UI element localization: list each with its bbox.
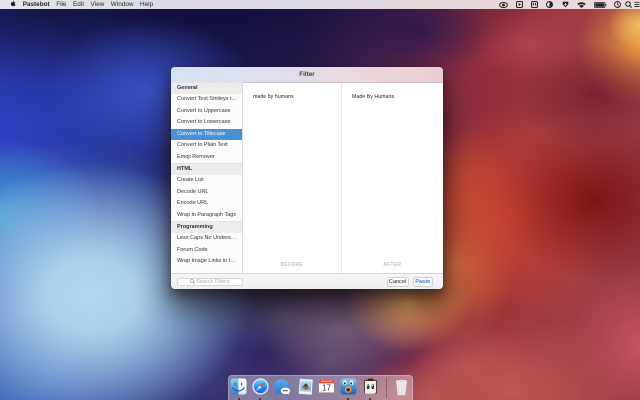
svg-text:17: 17 [322, 383, 331, 392]
